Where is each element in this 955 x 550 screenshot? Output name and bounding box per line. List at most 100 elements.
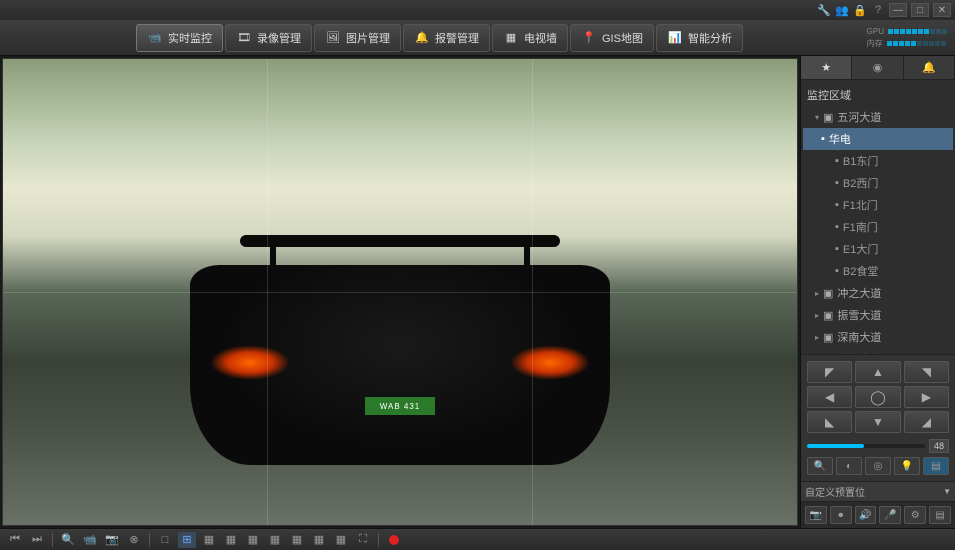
- tree-item-selected[interactable]: ▪ 华电: [803, 128, 953, 150]
- talk-icon[interactable]: 🎤: [879, 506, 901, 524]
- logo-region: [8, 23, 128, 53]
- sidebar-tab-alarm[interactable]: 🔔: [904, 56, 955, 79]
- zoom-button[interactable]: 🔍: [807, 457, 833, 475]
- tree-section[interactable]: ▸▣深南大道: [803, 326, 953, 348]
- zoom-in-button[interactable]: 🔍: [59, 532, 77, 548]
- record-toggle-button[interactable]: [385, 532, 403, 548]
- wrench-icon[interactable]: 🔧: [817, 3, 831, 17]
- expand-icon: ▸: [815, 333, 819, 342]
- nav-tab-record[interactable]: 🎞 录像管理: [225, 24, 312, 52]
- tree-root-label: 五河大道: [837, 109, 881, 125]
- nav-tab-live[interactable]: 📹 实时监控: [136, 24, 223, 52]
- folder-icon: ▣: [823, 111, 833, 124]
- ptz-down-left[interactable]: ◣: [807, 411, 852, 433]
- ptz-center[interactable]: ◯: [855, 386, 900, 408]
- next-page-button[interactable]: ⏭: [28, 532, 46, 548]
- layout-1-button[interactable]: □: [156, 532, 174, 548]
- tree-item-label: B2食堂: [843, 263, 878, 279]
- tree-section-label: 振雪大道: [837, 307, 881, 323]
- snapshot-button[interactable]: 📷: [103, 532, 121, 548]
- layout-25-button[interactable]: ▦: [288, 532, 306, 548]
- close-button[interactable]: ✕: [933, 3, 951, 17]
- wiper-button[interactable]: ▤: [923, 457, 949, 475]
- nav-tab-tvwall[interactable]: ▦ 电视墙: [492, 24, 568, 52]
- film-icon: 🎞: [236, 31, 252, 45]
- ptz-down[interactable]: ▼: [855, 411, 900, 433]
- tree-item[interactable]: ▪B2西门: [803, 172, 953, 194]
- preset-bar[interactable]: 自定义预置位 ▼: [801, 481, 955, 501]
- tree-item[interactable]: ▪B1东门: [803, 150, 953, 172]
- video-area[interactable]: WAB 431: [2, 58, 798, 526]
- layout-36-button[interactable]: ▦: [310, 532, 328, 548]
- camera-node-icon: ▪: [835, 265, 839, 277]
- tree-section[interactable]: ▸▣冲之大道: [803, 282, 953, 304]
- expand-icon: ▸: [815, 289, 819, 298]
- nav-tab-gis[interactable]: 📍 GIS地图: [570, 24, 654, 52]
- ptz-speed-value: 48: [929, 439, 949, 453]
- camera-small-icon: ◉: [873, 61, 883, 74]
- nav-label: 图片管理: [346, 30, 390, 46]
- gpu-meter: [888, 29, 947, 34]
- tree-item[interactable]: ▪F1南门: [803, 216, 953, 238]
- nav-tab-analytics[interactable]: 📊 智能分析: [656, 24, 743, 52]
- tree-item-label: F1南门: [843, 219, 878, 235]
- nav-label: GIS地图: [602, 30, 643, 46]
- fullscreen-button[interactable]: ⛶: [354, 532, 372, 548]
- sidebar-tabs: ★ ◉ 🔔: [801, 56, 955, 80]
- tree-item[interactable]: ▪ B2食堂: [803, 260, 953, 282]
- record-icon[interactable]: ⏺: [830, 506, 852, 524]
- main-toolbar: 📹 实时监控 🎞 录像管理 🖼 图片管理 🔔 报警管理 ▦ 电视墙 📍 GIS地…: [0, 20, 955, 56]
- sidebar-tab-favorites[interactable]: ★: [801, 56, 852, 79]
- snapshot-icon[interactable]: 📷: [805, 506, 827, 524]
- bell-icon: 🔔: [414, 31, 430, 45]
- nav-label: 报警管理: [435, 30, 479, 46]
- tree-item-label: B1东门: [843, 153, 878, 169]
- more-icon[interactable]: ▤: [929, 506, 951, 524]
- folder-icon: ▣: [823, 287, 833, 300]
- focus-button[interactable]: ◎: [865, 457, 891, 475]
- layout-6-button[interactable]: ▦: [200, 532, 218, 548]
- nav-label: 实时监控: [168, 30, 212, 46]
- nav-label: 录像管理: [257, 30, 301, 46]
- tree-section[interactable]: ▸▣振雪大道: [803, 304, 953, 326]
- tree-item-label: B2西门: [843, 175, 878, 191]
- ptz-up[interactable]: ▲: [855, 361, 900, 383]
- tree-item[interactable]: ▪F1北门: [803, 194, 953, 216]
- tree-item[interactable]: ▪E1大门: [803, 238, 953, 260]
- layout-16-button[interactable]: ▦: [266, 532, 284, 548]
- maximize-button[interactable]: □: [911, 3, 929, 17]
- ptz-right[interactable]: ▶: [904, 386, 949, 408]
- layout-8-button[interactable]: ▦: [222, 532, 240, 548]
- preset-label: 自定义预置位: [805, 484, 865, 499]
- light-button[interactable]: 💡: [894, 457, 920, 475]
- sidebar-tab-camera[interactable]: ◉: [852, 56, 903, 79]
- ptz-left[interactable]: ◀: [807, 386, 852, 408]
- camera-icon: 📹: [147, 31, 163, 45]
- audio-icon[interactable]: 🔊: [855, 506, 877, 524]
- sidebar: ★ ◉ 🔔 监控区域 ▾ ▣ 五河大道 ▪ 华电 ▪B1东门 ▪B2西门 ▪F1…: [800, 56, 955, 528]
- nav-tab-alarm[interactable]: 🔔 报警管理: [403, 24, 490, 52]
- ptz-down-right[interactable]: ◢: [904, 411, 949, 433]
- ptz-speed-slider[interactable]: [807, 444, 925, 448]
- close-all-button[interactable]: ⊗: [125, 532, 143, 548]
- chevron-down-icon: ▼: [943, 487, 951, 496]
- local-record-button[interactable]: 📹: [81, 532, 99, 548]
- minimize-button[interactable]: —: [889, 3, 907, 17]
- tree-root[interactable]: ▾ ▣ 五河大道: [803, 106, 953, 128]
- layout-9-button[interactable]: ▦: [244, 532, 262, 548]
- layout-4-button[interactable]: ⊞: [178, 532, 196, 548]
- prev-page-button[interactable]: ⏮: [6, 532, 24, 548]
- iris-button[interactable]: ◐: [836, 457, 862, 475]
- nav-tab-image[interactable]: 🖼 图片管理: [314, 24, 401, 52]
- ptz-up-left[interactable]: ◤: [807, 361, 852, 383]
- nav-tabs: 📹 实时监控 🎞 录像管理 🖼 图片管理 🔔 报警管理 ▦ 电视墙 📍 GIS地…: [136, 24, 743, 52]
- sidebar-bottom-icons: 📷 ⏺ 🔊 🎤 ⚙ ▤: [801, 501, 955, 528]
- users-icon[interactable]: 👥: [835, 3, 849, 17]
- settings-icon[interactable]: ⚙: [904, 506, 926, 524]
- lock-icon[interactable]: 🔒: [853, 3, 867, 17]
- gpu-label: GPU: [867, 27, 884, 36]
- ptz-up-right[interactable]: ◥: [904, 361, 949, 383]
- layout-custom-button[interactable]: ▦: [332, 532, 350, 548]
- help-icon[interactable]: ?: [871, 3, 885, 17]
- bell-small-icon: 🔔: [922, 61, 936, 74]
